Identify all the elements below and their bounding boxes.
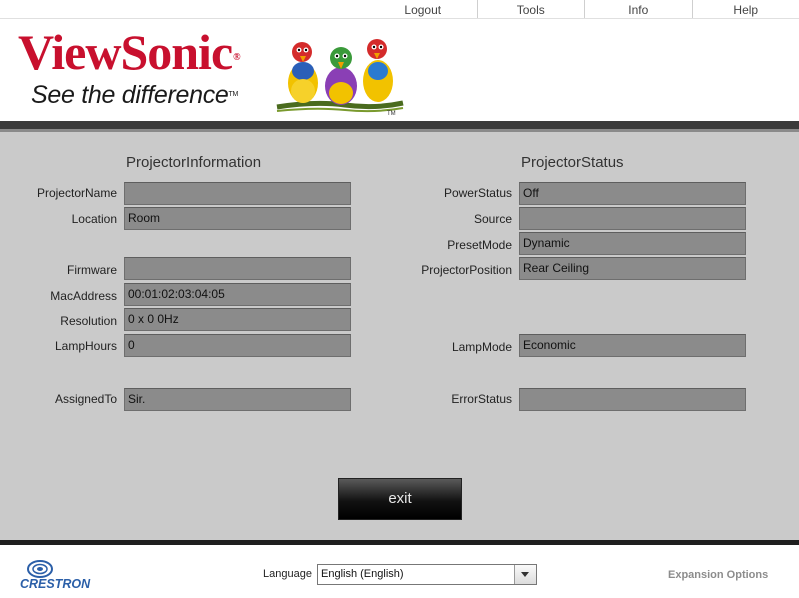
firmware-field	[124, 257, 351, 280]
error-status-label: ErrorStatus	[451, 392, 512, 406]
projector-position-field: Rear Ceiling	[519, 257, 746, 280]
viewsonic-logo: ViewSonic®	[18, 24, 241, 80]
power-status-label: PowerStatus	[443, 186, 512, 200]
birds-logo-icon: TM	[276, 39, 404, 117]
projector-position-label: ProjectorPosition	[421, 263, 512, 277]
header: ViewSonic® See the differenceTM TM	[0, 19, 799, 119]
nav-help[interactable]: Help	[691, 0, 799, 19]
projector-name-field	[124, 182, 351, 205]
crestron-logo-icon: CRESTRON	[20, 560, 91, 591]
tagline: See the differenceTM	[31, 81, 238, 109]
location-label: Location	[71, 212, 117, 226]
crestron-text: CRESTRON	[20, 577, 91, 591]
footer: CRESTRON Language English (English) Expa…	[0, 545, 799, 598]
error-status-field	[519, 388, 746, 411]
mac-address-field: 00:01:02:03:04:05	[124, 283, 351, 306]
nav-info[interactable]: Info	[584, 0, 692, 19]
top-nav: Logout Tools Info Help	[369, 0, 799, 19]
mac-address-label: MacAddress	[50, 289, 117, 303]
projector-status-title: ProjectorStatus	[521, 154, 624, 171]
resolution-field: 0 x 0 0Hz	[124, 308, 351, 331]
language-select[interactable]: English (English)	[317, 564, 537, 585]
brand-name: ViewSonic	[18, 24, 233, 80]
preset-mode-label: PresetMode	[447, 238, 512, 252]
location-field: Room	[124, 207, 351, 230]
resolution-label: Resolution	[60, 314, 117, 328]
source-label: Source	[473, 212, 512, 226]
nav-logout[interactable]: Logout	[369, 0, 477, 19]
lamp-hours-field: 0	[124, 334, 351, 357]
main-panel: ProjectorInformation ProjectorName Locat…	[0, 132, 799, 540]
birds-tm: TM	[387, 111, 396, 117]
source-field	[519, 207, 746, 230]
language-label: Language	[263, 568, 312, 580]
nav-tools[interactable]: Tools	[476, 0, 585, 19]
projector-name-label: ProjectorName	[36, 186, 117, 200]
lamp-hours-label: LampHours	[54, 339, 117, 353]
language-value: English (English)	[321, 568, 404, 580]
lamp-mode-label: LampMode	[451, 340, 512, 354]
firmware-label: Firmware	[67, 263, 117, 277]
power-status-field: Off	[519, 182, 746, 205]
chevron-down-icon[interactable]	[514, 565, 536, 584]
exit-button[interactable]: exit	[338, 478, 462, 520]
projector-information-title: ProjectorInformation	[126, 154, 262, 171]
assigned-to-field: Sir.	[124, 388, 351, 411]
tagline-text: See the difference	[31, 81, 229, 109]
assigned-to-label: AssignedTo	[54, 392, 117, 406]
header-divider-dark	[0, 121, 799, 129]
expansion-options-link[interactable]: Expansion Options	[668, 569, 768, 581]
lamp-mode-field: Economic	[519, 334, 746, 357]
trademark-mark: TM	[228, 91, 239, 98]
preset-mode-field: Dynamic	[519, 232, 746, 255]
registered-mark: ®	[233, 52, 241, 63]
